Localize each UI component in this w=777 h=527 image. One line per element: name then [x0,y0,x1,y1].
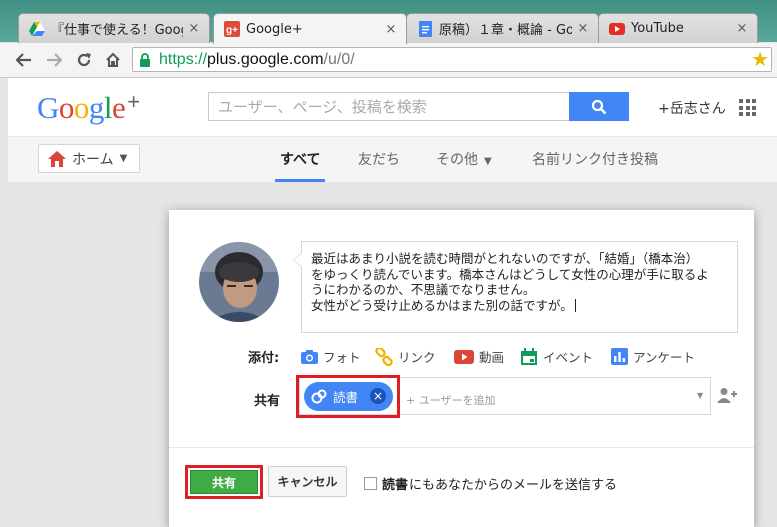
avatar [199,242,279,322]
chevron-down-icon: ▼ [484,156,492,167]
url-host: plus.google.com [207,50,324,68]
logo-plus: + [127,89,140,114]
logo-letter: o [58,90,75,125]
tab-title: 原稿）１章・概論 - Goo [439,23,572,38]
forward-arrow-icon[interactable] [43,49,65,71]
tab-title: Google+ [246,21,303,37]
logo-letter: o [73,90,90,125]
youtube-icon [609,21,625,37]
home-label: ホーム [72,151,114,168]
tab-close-icon[interactable]: × [187,21,201,36]
logo-letter: l [103,90,113,125]
google-docs-icon [417,20,433,37]
divider [169,447,754,448]
notify-text: にもあなたからのメールを送信する [409,478,618,493]
svg-text:g+: g+ [226,25,238,36]
search-input[interactable]: ユーザー、ページ、投稿を検索 [208,92,570,121]
tab-friends[interactable]: 友だち [358,149,400,169]
tab-more[interactable]: その他 ▼ [436,149,492,169]
link-icon [375,347,393,366]
post-line: をゆっくり読んでいます。橋本さんはどうして女性の心理が手に取るよ [311,266,709,282]
bookmark-star-icon[interactable]: ★ [751,47,769,72]
attach-link-button[interactable]: リンク [375,347,436,366]
post-line: うにわかるのか、不思議でなりません。 [311,282,536,298]
attach-video-button[interactable]: 動画 [454,347,504,366]
reload-icon[interactable] [73,49,95,71]
poll-icon [611,348,628,365]
post-line: 女性がどう受け止めるかはまた別の話ですが。 [311,297,573,313]
cancel-button[interactable]: キャンセル [268,466,347,497]
chevron-down-icon[interactable]: ▼ [697,391,703,400]
tab-title: YouTube [631,21,684,36]
share-dialog: 最近はあまり小説を読む時間がとれないのですが、「結婚」（橋本治） をゆっくり読ん… [169,210,754,527]
tab-google-plus[interactable]: g+ Google+ × [213,13,407,44]
text-cursor [574,298,576,312]
chip-highlight-box [296,375,400,418]
tab-all[interactable]: すべて [274,149,327,182]
tab-named-link-posts[interactable]: 名前リンク付き投稿 [532,149,658,169]
speech-tail [293,252,302,268]
google-plus-icon: g+ [224,21,240,37]
lock-icon [139,52,153,67]
home-menu-button[interactable]: ホーム ▼ [38,144,140,173]
gplus-header: Google+ ユーザー、ページ、投稿を検索 +岳志さん [8,78,777,136]
add-person-icon[interactable] [717,387,737,407]
email-notify-checkbox[interactable] [364,477,377,490]
tab-google-docs[interactable]: 原稿）１章・概論 - Goo × [406,13,599,43]
search-button[interactable] [569,92,629,121]
tab-strip: 『仕事で使える！Goog × g+ Google+ × 原稿）１章・概論 - G… [0,0,777,44]
post-line: 最近はあまり小説を読む時間がとれないのですが、「結婚」（橋本治） [311,251,699,266]
home-icon[interactable] [102,49,124,71]
attach-photo-button[interactable]: フォト [301,347,361,366]
logo-text: Google [37,90,126,125]
url-path: /u/0/ [323,50,355,68]
browser-window: 『仕事で使える！Goog × g+ Google+ × 原稿）１章・概論 - G… [0,0,777,527]
video-icon [454,349,474,364]
user-profile-link[interactable]: +岳志さん [658,98,726,118]
email-notify-option[interactable]: 読書 にもあなたからのメールを送信する [364,474,617,493]
attach-label: 添付: [248,351,280,366]
add-user-input[interactable]: + ユーザーを追加 [406,392,496,408]
tab-title: 『仕事で使える！Goog [51,23,183,38]
browser-toolbar: https://plus.google.com/u/0/ ★ [0,43,777,78]
logo-letter: e [112,90,126,125]
search-icon [591,99,607,114]
notify-circle-name: 読書 [382,478,409,493]
logo-letter: g [88,90,105,125]
google-drive-icon [29,21,45,37]
attach-event-button[interactable]: イベント [520,347,593,366]
tab-youtube[interactable]: YouTube × [598,13,758,43]
tab-close-icon[interactable]: × [576,21,590,36]
apps-grid-icon[interactable] [739,99,756,116]
stream-nav: ホーム ▼ すべて 友だち その他 ▼ 名前リンク付き投稿 [8,136,777,183]
back-arrow-icon[interactable] [13,49,35,71]
google-plus-logo[interactable]: Google+ [37,89,140,126]
tab-close-icon[interactable]: × [735,21,749,36]
tab-close-icon[interactable]: × [384,22,398,37]
url-scheme: https:// [159,50,208,68]
house-icon [48,150,66,167]
logo-letter: G [37,90,59,125]
post-text-area[interactable]: 最近はあまり小説を読む時間がとれないのですが、「結婚」（橋本治） をゆっくり読ん… [293,241,738,333]
share-button-highlight-box [185,465,263,499]
calendar-icon [521,347,537,365]
tab-google-drive[interactable]: 『仕事で使える！Goog × [18,13,210,43]
attach-poll-button[interactable]: アンケート [611,347,695,366]
search-placeholder: ユーザー、ページ、投稿を検索 [218,98,427,116]
share-label: 共有 [254,394,281,409]
chevron-down-icon: ▼ [119,153,128,164]
address-bar[interactable]: https://plus.google.com/u/0/ ★ [132,47,772,72]
camera-icon [301,349,318,364]
